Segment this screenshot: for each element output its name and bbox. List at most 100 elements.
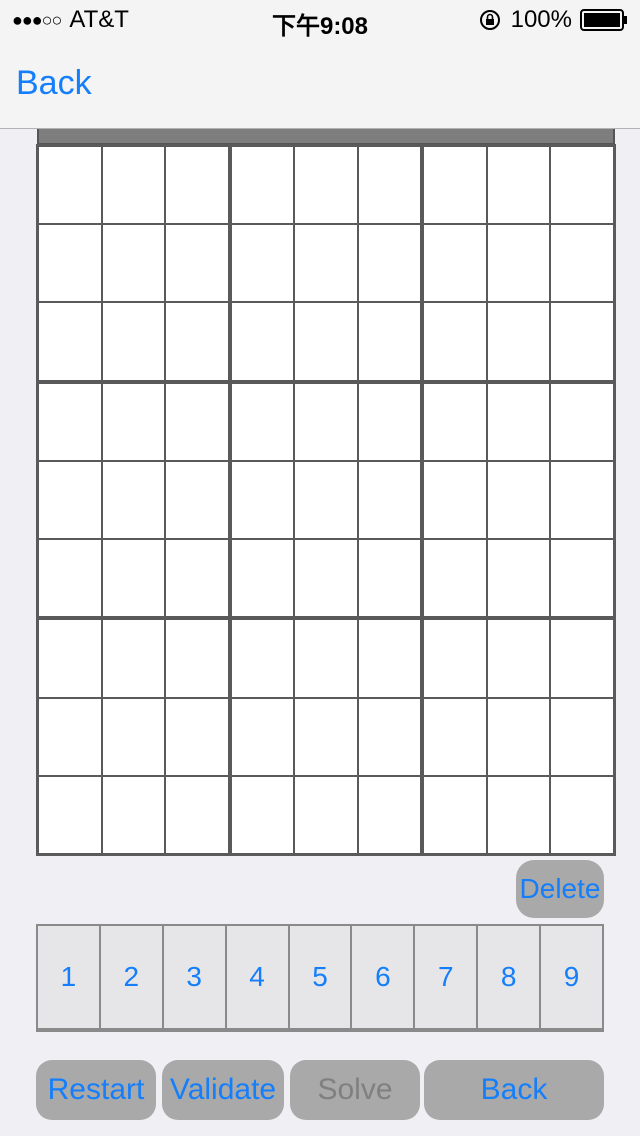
sudoku-cell[interactable] <box>231 698 294 775</box>
sudoku-cell[interactable] <box>424 698 486 775</box>
sudoku-cell[interactable] <box>358 540 421 617</box>
sudoku-cell[interactable] <box>551 776 613 853</box>
sudoku-cell[interactable] <box>102 303 165 380</box>
nav-back-button[interactable]: Back <box>16 64 92 103</box>
sudoku-cell[interactable] <box>231 461 294 539</box>
sudoku-cell[interactable] <box>487 620 550 697</box>
sudoku-cell[interactable] <box>358 225 421 302</box>
sudoku-cell[interactable] <box>166 620 228 697</box>
sudoku-cell[interactable] <box>487 225 550 302</box>
delete-button[interactable]: Delete <box>516 860 604 918</box>
sudoku-cell[interactable] <box>166 147 228 224</box>
sudoku-cell[interactable] <box>39 461 101 539</box>
sudoku-cell[interactable] <box>551 147 613 224</box>
sudoku-cell[interactable] <box>39 540 101 617</box>
sudoku-cell[interactable] <box>166 303 228 380</box>
sudoku-cell[interactable] <box>39 620 101 697</box>
sudoku-cell[interactable] <box>39 776 101 853</box>
sudoku-cell[interactable] <box>551 225 613 302</box>
sudoku-cell[interactable] <box>424 776 486 853</box>
sudoku-cell[interactable] <box>487 461 550 539</box>
sudoku-cell[interactable] <box>102 540 165 617</box>
number-key-2[interactable]: 2 <box>100 926 162 1028</box>
sudoku-cell[interactable] <box>358 620 421 697</box>
sudoku-cell[interactable] <box>166 461 228 539</box>
navigation-bar: Back <box>0 40 640 129</box>
validate-button[interactable]: Validate <box>162 1060 284 1120</box>
sudoku-cell[interactable] <box>231 303 294 380</box>
sudoku-cell[interactable] <box>487 303 550 380</box>
sudoku-cell[interactable] <box>358 147 421 224</box>
sudoku-cell[interactable] <box>487 776 550 853</box>
sudoku-cell[interactable] <box>551 620 613 697</box>
sudoku-cell[interactable] <box>231 540 294 617</box>
sudoku-cell[interactable] <box>487 540 550 617</box>
sudoku-cell[interactable] <box>102 698 165 775</box>
sudoku-cell[interactable] <box>166 225 228 302</box>
sudoku-cell[interactable] <box>487 383 550 460</box>
sudoku-cell[interactable] <box>487 698 550 775</box>
sudoku-cell[interactable] <box>424 225 486 302</box>
number-key-7[interactable]: 7 <box>415 926 477 1028</box>
sudoku-cell[interactable] <box>358 461 421 539</box>
sudoku-cell[interactable] <box>166 776 228 853</box>
sudoku-cell[interactable] <box>102 225 165 302</box>
sudoku-cell[interactable] <box>424 540 486 617</box>
sudoku-cell[interactable] <box>231 147 294 224</box>
sudoku-cell[interactable] <box>166 698 228 775</box>
sudoku-cell[interactable] <box>295 225 357 302</box>
sudoku-cell[interactable] <box>295 147 357 224</box>
sudoku-cell[interactable] <box>551 461 613 539</box>
sudoku-cell[interactable] <box>295 303 357 380</box>
sudoku-cell[interactable] <box>102 383 165 460</box>
sudoku-cell[interactable] <box>39 383 101 460</box>
number-key-9[interactable]: 9 <box>541 926 602 1028</box>
sudoku-cell[interactable] <box>295 540 357 617</box>
solve-button[interactable]: Solve <box>290 1060 420 1120</box>
sudoku-cell[interactable] <box>39 303 101 380</box>
restart-button[interactable]: Restart <box>36 1060 156 1120</box>
number-key-6[interactable]: 6 <box>352 926 414 1028</box>
sudoku-cell[interactable] <box>551 540 613 617</box>
sudoku-cell[interactable] <box>102 620 165 697</box>
sudoku-cell[interactable] <box>231 225 294 302</box>
sudoku-cell[interactable] <box>358 303 421 380</box>
sudoku-cell[interactable] <box>231 620 294 697</box>
status-bar: ●●●○○ AT&T 下午9:08 100% <box>0 0 640 40</box>
number-key-3[interactable]: 3 <box>163 926 225 1028</box>
sudoku-cell[interactable] <box>102 461 165 539</box>
sudoku-cell[interactable] <box>295 776 357 853</box>
sudoku-cell[interactable] <box>551 383 613 460</box>
sudoku-cell[interactable] <box>295 620 357 697</box>
sudoku-cell[interactable] <box>424 620 486 697</box>
sudoku-cell[interactable] <box>231 383 294 460</box>
sudoku-cell[interactable] <box>295 698 357 775</box>
sudoku-cell[interactable] <box>102 776 165 853</box>
back-button[interactable]: Back <box>424 1060 604 1120</box>
sudoku-cell[interactable] <box>358 776 421 853</box>
sudoku-cell[interactable] <box>424 303 486 380</box>
sudoku-cell[interactable] <box>424 383 486 460</box>
number-key-1[interactable]: 1 <box>38 926 99 1028</box>
sudoku-cell[interactable] <box>358 698 421 775</box>
sudoku-cell[interactable] <box>487 147 550 224</box>
sudoku-cell[interactable] <box>39 147 101 224</box>
sudoku-cell[interactable] <box>102 147 165 224</box>
number-key-8[interactable]: 8 <box>478 926 540 1028</box>
sudoku-cell[interactable] <box>551 698 613 775</box>
sudoku-cell[interactable] <box>424 147 486 224</box>
sudoku-cell[interactable] <box>231 776 294 853</box>
sudoku-cell[interactable] <box>295 461 357 539</box>
number-key-5[interactable]: 5 <box>289 926 351 1028</box>
sudoku-cell[interactable] <box>358 383 421 460</box>
sudoku-cell[interactable] <box>166 383 228 460</box>
sudoku-cell[interactable] <box>166 540 228 617</box>
sudoku-cell[interactable] <box>551 303 613 380</box>
battery-percent: 100% <box>510 6 572 33</box>
sudoku-cell[interactable] <box>39 225 101 302</box>
number-key-4[interactable]: 4 <box>226 926 288 1028</box>
sudoku-cell[interactable] <box>39 698 101 775</box>
sudoku-cell[interactable] <box>424 461 486 539</box>
sudoku-cell[interactable] <box>295 383 357 460</box>
battery-icon <box>580 9 627 31</box>
